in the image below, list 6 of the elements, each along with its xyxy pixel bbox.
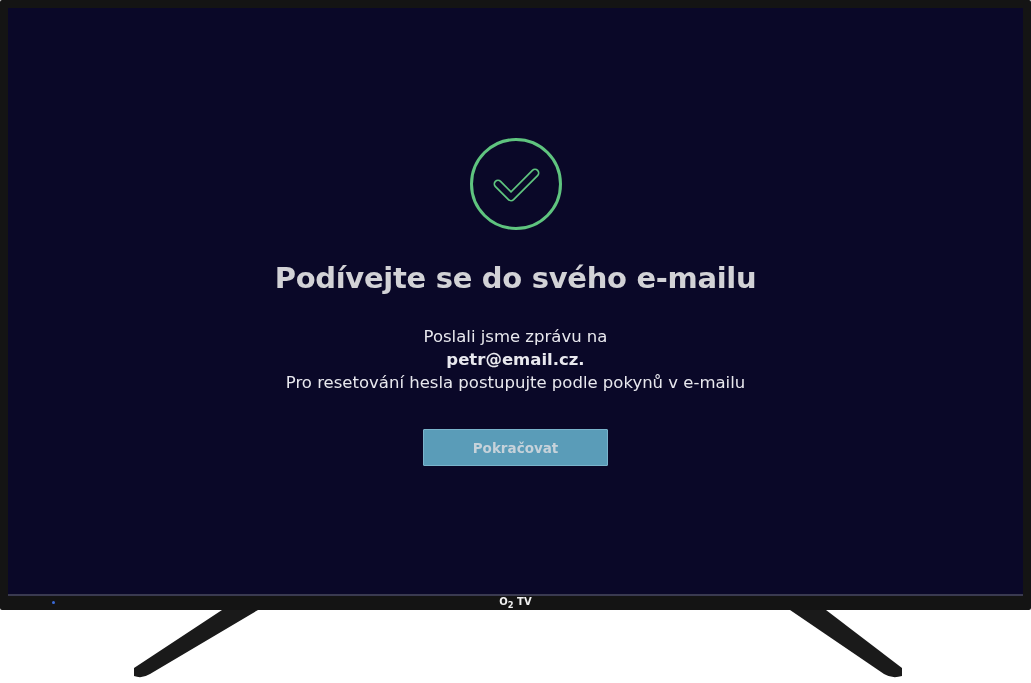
message-text: Poslali jsme zprávu na petr@email.cz. Pro resetování hesla postupujte podle pokynů v e-mailu — [285, 326, 746, 394]
brand-logo: O$_{2}$ TV — [499, 595, 532, 611]
power-led-icon — [52, 601, 55, 604]
title: Podívejte se do svého e-mailu — [274, 261, 757, 295]
check-circle-icon — [468, 137, 563, 231]
continue-button[interactable]: Pokračovat — [423, 429, 608, 466]
